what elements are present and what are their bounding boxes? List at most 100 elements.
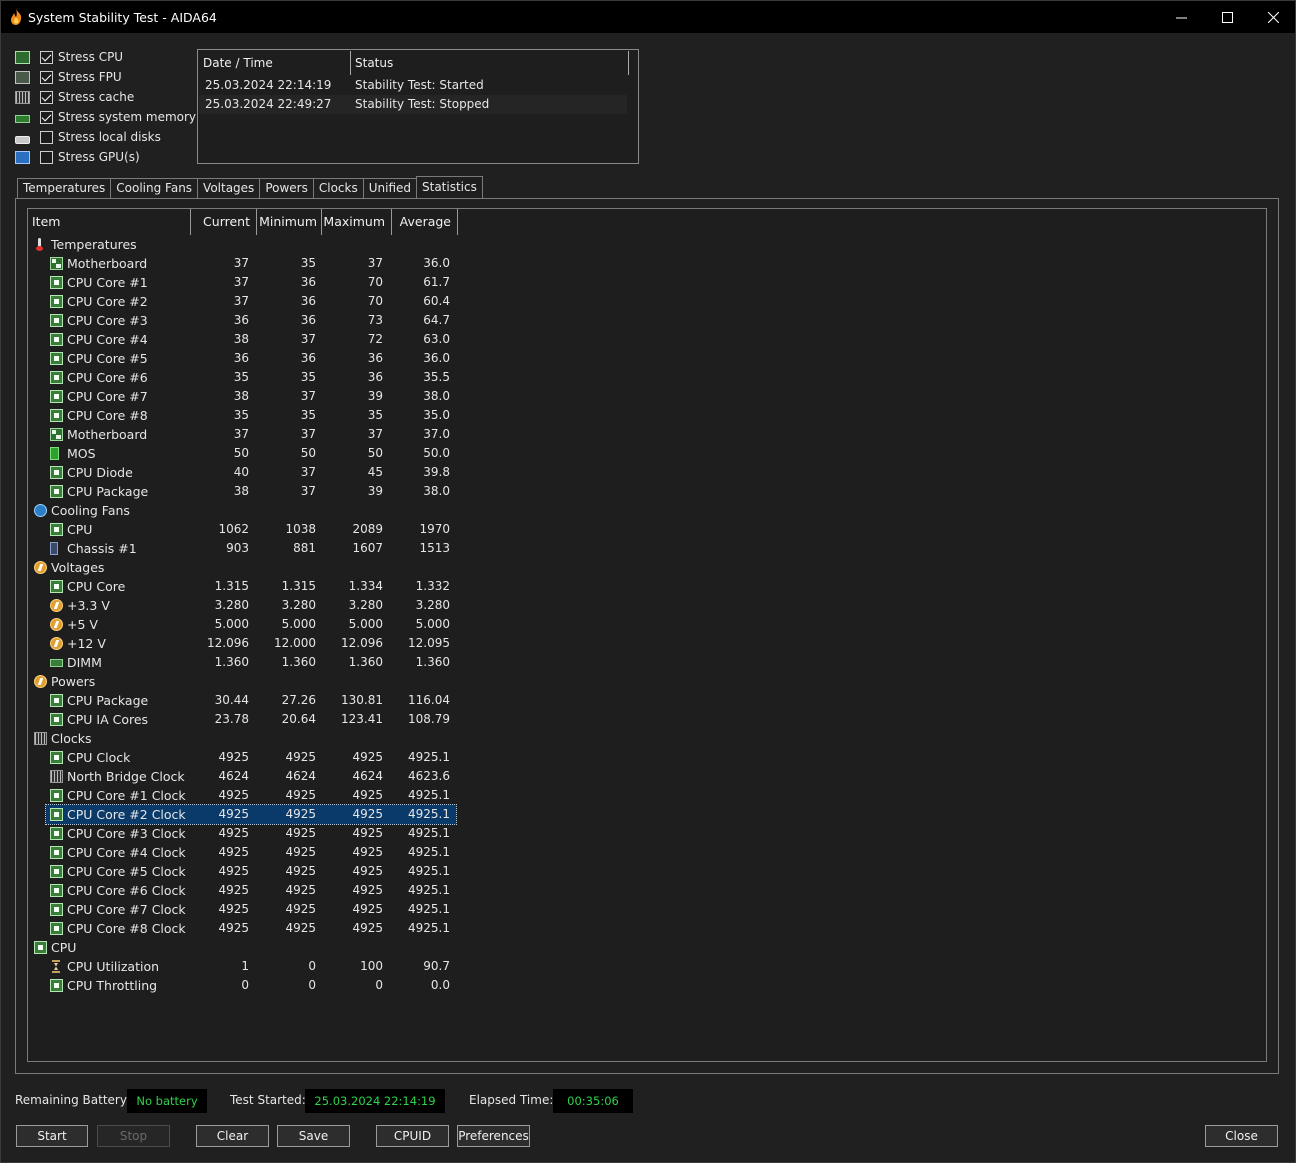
table-row[interactable]: North Bridge Clock 4624 4624 4624 4623.6 <box>28 767 458 786</box>
table-row[interactable]: CPU Core #2 Clock 4925 4925 4925 4925.1 <box>45 804 457 825</box>
table-row[interactable]: CPU Core #4 38 37 72 63.0 <box>28 330 458 349</box>
col-maximum[interactable]: Maximum <box>322 209 392 235</box>
event-log[interactable]: Date / Time Status 25.03.2024 22:14:19 S… <box>197 49 639 164</box>
col-average[interactable]: Average <box>392 209 458 235</box>
log-datetime: 25.03.2024 22:49:27 <box>205 97 332 111</box>
col-item[interactable]: Item <box>28 209 191 235</box>
log-row[interactable]: 25.03.2024 22:49:27 Stability Test: Stop… <box>199 95 627 114</box>
row-item-name: Temperatures <box>51 237 137 252</box>
stress-option[interactable]: Stress GPU(s) <box>15 148 140 166</box>
cpuid-button[interactable]: CPUID <box>376 1125 449 1147</box>
table-row[interactable]: CPU Core #5 36 36 36 36.0 <box>28 349 458 368</box>
tab-clocks[interactable]: Clocks <box>312 178 363 199</box>
log-row[interactable]: 25.03.2024 22:14:19 Stability Test: Star… <box>199 76 627 95</box>
close-window-button[interactable] <box>1250 1 1296 33</box>
table-row[interactable]: CPU Core #7 Clock 4925 4925 4925 4925.1 <box>28 900 458 919</box>
group-row[interactable]: Cooling Fans <box>28 501 458 520</box>
table-row[interactable]: +12 V 12.096 12.000 12.096 12.095 <box>28 634 458 653</box>
stress-checkbox[interactable] <box>40 130 53 144</box>
stress-option[interactable]: Stress CPU <box>15 48 123 66</box>
test-started-value: 25.03.2024 22:14:19 <box>305 1089 445 1113</box>
table-row[interactable]: CPU Core #1 Clock 4925 4925 4925 4925.1 <box>28 786 458 805</box>
elapsed-time-value: 00:35:06 <box>553 1089 633 1113</box>
table-row[interactable]: CPU Package 38 37 39 38.0 <box>28 482 458 501</box>
tab-powers[interactable]: Powers <box>259 178 313 199</box>
memory-icon <box>15 115 30 123</box>
table-row[interactable]: CPU Core #6 35 35 36 35.5 <box>28 368 458 387</box>
group-row[interactable]: CPU <box>28 938 458 957</box>
group-row[interactable]: Temperatures <box>28 235 458 254</box>
row-average: 1.332 <box>415 579 450 593</box>
table-row[interactable]: CPU Core #2 37 36 70 60.4 <box>28 292 458 311</box>
tab-cooling-fans[interactable]: Cooling Fans <box>110 178 198 199</box>
stress-checkbox[interactable] <box>40 70 53 84</box>
stress-option[interactable]: Stress cache <box>15 88 134 106</box>
table-row[interactable]: CPU Core #7 38 37 39 38.0 <box>28 387 458 406</box>
row-average: 4925.1 <box>408 921 450 935</box>
stress-checkbox[interactable] <box>40 150 53 164</box>
title-bar[interactable]: System Stability Test - AIDA64 <box>1 1 1295 33</box>
table-row[interactable]: CPU Throttling 0 0 0 0.0 <box>28 976 458 995</box>
col-minimum[interactable]: Minimum <box>257 209 322 235</box>
table-row[interactable]: CPU Core #8 Clock 4925 4925 4925 4925.1 <box>28 919 458 938</box>
tab-voltages[interactable]: Voltages <box>197 178 260 199</box>
stress-checkbox[interactable] <box>40 110 53 124</box>
row-average: 4925.1 <box>408 807 450 821</box>
fan-icon <box>34 504 47 517</box>
preferences-button[interactable]: Preferences <box>457 1125 530 1147</box>
table-row[interactable]: CPU IA Cores 23.78 20.64 123.41 108.79 <box>28 710 458 729</box>
stress-checkbox[interactable] <box>40 50 53 64</box>
row-average: 61.7 <box>423 275 450 289</box>
table-row[interactable]: CPU 1062 1038 2089 1970 <box>28 520 458 539</box>
table-row[interactable]: CPU Clock 4925 4925 4925 4925.1 <box>28 748 458 767</box>
table-row[interactable]: MOS 50 50 50 50.0 <box>28 444 458 463</box>
start-button[interactable]: Start <box>16 1125 88 1147</box>
row-average: 108.79 <box>408 712 450 726</box>
table-row[interactable]: CPU Core #5 Clock 4925 4925 4925 4925.1 <box>28 862 458 881</box>
tab-unified[interactable]: Unified <box>362 178 416 199</box>
table-row[interactable]: CPU Core #6 Clock 4925 4925 4925 4925.1 <box>28 881 458 900</box>
log-col-status[interactable]: Status <box>351 51 629 75</box>
tab-statistics[interactable]: Statistics <box>416 176 483 199</box>
row-average: 3.280 <box>415 598 450 612</box>
stress-option[interactable]: Stress system memory <box>15 108 196 126</box>
table-row[interactable]: +3.3 V 3.280 3.280 3.280 3.280 <box>28 596 458 615</box>
table-row[interactable]: DIMM 1.360 1.360 1.360 1.360 <box>28 653 458 672</box>
row-average: 4925.1 <box>408 864 450 878</box>
thermometer-icon <box>34 238 47 251</box>
table-row[interactable]: CPU Core #1 37 36 70 61.7 <box>28 273 458 292</box>
log-col-datetime[interactable]: Date / Time <box>199 51 351 75</box>
save-button[interactable]: Save <box>277 1125 350 1147</box>
table-row[interactable]: CPU Core #3 36 36 73 64.7 <box>28 311 458 330</box>
stress-option[interactable]: Stress local disks <box>15 128 161 146</box>
group-row[interactable]: Clocks <box>28 729 458 748</box>
maximize-button[interactable] <box>1204 1 1250 33</box>
stress-option[interactable]: Stress FPU <box>15 68 122 86</box>
stop-button[interactable]: Stop <box>97 1125 170 1147</box>
table-row[interactable]: CPU Core #4 Clock 4925 4925 4925 4925.1 <box>28 843 458 862</box>
table-row[interactable]: CPU Core #3 Clock 4925 4925 4925 4925.1 <box>28 824 458 843</box>
clear-button[interactable]: Clear <box>196 1125 269 1147</box>
table-row[interactable]: Chassis #1 903 881 1607 1513 <box>28 539 458 558</box>
table-row[interactable]: CPU Package 30.44 27.26 130.81 116.04 <box>28 691 458 710</box>
close-button[interactable]: Close <box>1205 1125 1278 1147</box>
table-row[interactable]: CPU Utilization 1 0 100 90.7 <box>28 957 458 976</box>
table-row[interactable]: CPU Core #8 35 35 35 35.0 <box>28 406 458 425</box>
voltage-icon <box>34 561 47 574</box>
table-row[interactable]: CPU Diode 40 37 45 39.8 <box>28 463 458 482</box>
table-row[interactable]: CPU Core 1.315 1.315 1.334 1.332 <box>28 577 458 596</box>
col-current[interactable]: Current <box>191 209 257 235</box>
minimize-button[interactable] <box>1158 1 1204 33</box>
stress-checkbox[interactable] <box>40 90 53 104</box>
table-row[interactable]: Motherboard 37 37 37 37.0 <box>28 425 458 444</box>
table-row[interactable]: +5 V 5.000 5.000 5.000 5.000 <box>28 615 458 634</box>
tab-bar: Temperatures Cooling Fans Voltages Power… <box>17 176 483 199</box>
row-average: 0.0 <box>430 978 450 992</box>
row-item-name: CPU <box>51 940 77 955</box>
table-row[interactable]: Motherboard 37 35 37 36.0 <box>28 254 458 273</box>
statistics-grid[interactable]: Item Current Minimum Maximum Average Tem… <box>27 208 1267 1062</box>
tab-temperatures[interactable]: Temperatures <box>17 178 111 199</box>
group-row[interactable]: Powers <box>28 672 458 691</box>
group-row[interactable]: Voltages <box>28 558 458 577</box>
row-average: 12.095 <box>408 636 450 650</box>
